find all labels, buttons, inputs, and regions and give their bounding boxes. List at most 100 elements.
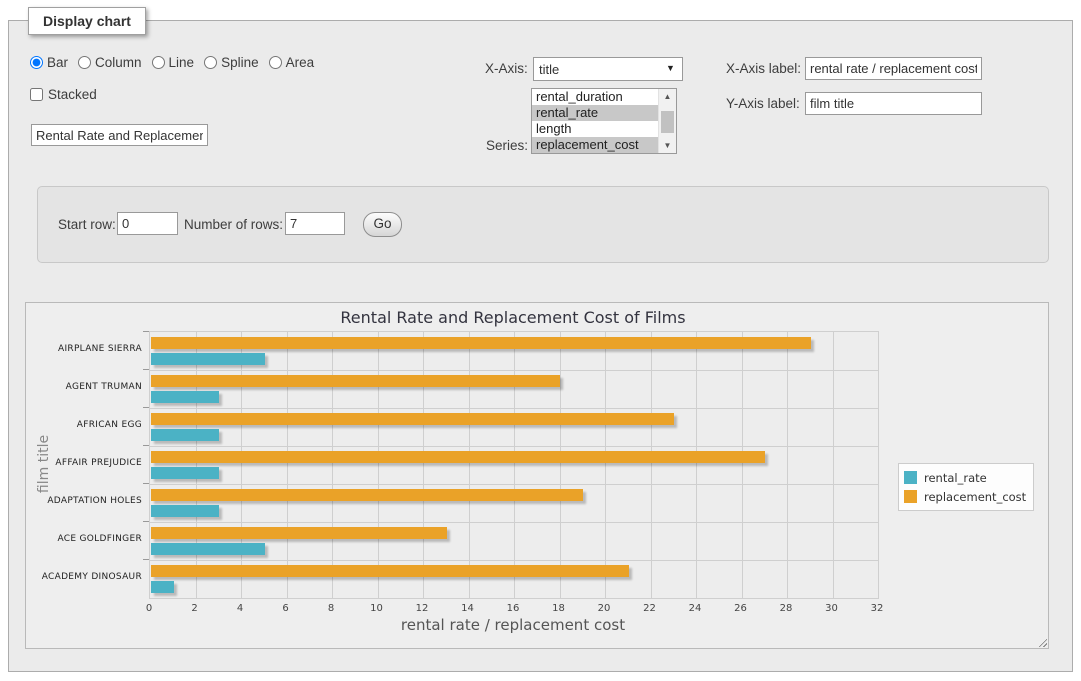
chart-type-radio-label: Column bbox=[95, 55, 142, 70]
gridline bbox=[287, 332, 288, 598]
x-tick-label: 26 bbox=[734, 603, 747, 614]
chart-type-radio-bar[interactable] bbox=[30, 56, 43, 69]
legend-label: rental_rate bbox=[924, 471, 987, 485]
chart-type-radio-column[interactable] bbox=[78, 56, 91, 69]
bar-replacement_cost bbox=[151, 451, 765, 463]
resize-handle-icon[interactable] bbox=[1036, 636, 1047, 647]
bar-replacement_cost bbox=[151, 565, 629, 577]
gridline bbox=[332, 332, 333, 598]
x-tick-label: 32 bbox=[871, 603, 884, 614]
legend-swatch bbox=[904, 490, 917, 503]
gridline bbox=[241, 332, 242, 598]
gridline bbox=[605, 332, 606, 598]
listbox-scrollbar[interactable]: ▲ ▼ bbox=[658, 89, 676, 153]
bar-replacement_cost bbox=[151, 337, 811, 349]
stacked-label[interactable]: Stacked bbox=[30, 87, 97, 102]
gridline bbox=[150, 484, 878, 485]
category-label: ACE GOLDFINGER bbox=[30, 534, 142, 544]
y-tick-mark bbox=[143, 445, 149, 446]
chart-type-option-column[interactable]: Column bbox=[78, 55, 142, 70]
chart-title-input[interactable] bbox=[31, 124, 208, 146]
y-tick-mark bbox=[143, 521, 149, 522]
series-options: rental_durationrental_ratelengthreplacem… bbox=[532, 89, 676, 153]
x-axis-select[interactable]: title bbox=[533, 57, 683, 81]
gridline bbox=[787, 332, 788, 598]
gridline bbox=[150, 370, 878, 371]
bar-rental_rate bbox=[151, 581, 174, 593]
chart-type-radio-group: Bar Column Line Spline Area bbox=[30, 55, 324, 70]
chart-type-radio-line[interactable] bbox=[152, 56, 165, 69]
chart-type-radio-label: Bar bbox=[47, 55, 68, 70]
gridline bbox=[150, 522, 878, 523]
stacked-checkbox[interactable] bbox=[30, 88, 43, 101]
x-tick-label: 28 bbox=[780, 603, 793, 614]
fieldset-legend: Display chart bbox=[28, 7, 146, 35]
gridline bbox=[378, 332, 379, 598]
y-axis-label-field-label: Y-Axis label: bbox=[726, 96, 800, 111]
x-tick-label: 18 bbox=[552, 603, 565, 614]
x-tick-label: 4 bbox=[237, 603, 243, 614]
x-tick-label: 10 bbox=[370, 603, 383, 614]
chart-type-radio-label: Area bbox=[286, 55, 315, 70]
x-tick-label: 8 bbox=[328, 603, 334, 614]
number-of-rows-input[interactable] bbox=[285, 212, 345, 235]
x-axis-label-input[interactable] bbox=[805, 57, 982, 80]
series-option-length[interactable]: length bbox=[532, 121, 676, 137]
gridline bbox=[651, 332, 652, 598]
chart-title: Rental Rate and Replacement Cost of Film… bbox=[149, 308, 877, 327]
scrollbar-thumb[interactable] bbox=[661, 111, 674, 133]
series-option-replacement_cost[interactable]: replacement_cost bbox=[532, 137, 676, 153]
y-axis-title: film title bbox=[36, 419, 52, 509]
category-label: AIRPLANE SIERRA bbox=[30, 344, 142, 354]
scrollbar-down-arrow-icon[interactable]: ▼ bbox=[659, 138, 676, 153]
chart-type-option-spline[interactable]: Spline bbox=[204, 55, 259, 70]
bar-replacement_cost bbox=[151, 489, 583, 501]
series-option-rental_duration[interactable]: rental_duration bbox=[532, 89, 676, 105]
page: Display chart Bar Column Line Spline Area St… bbox=[0, 0, 1081, 681]
start-row-label: Start row: bbox=[58, 217, 116, 232]
series-option-rental_rate[interactable]: rental_rate bbox=[532, 105, 676, 121]
chart-container: Rental Rate and Replacement Cost of Film… bbox=[25, 302, 1049, 649]
y-tick-mark bbox=[143, 559, 149, 560]
category-label: ACADEMY DINOSAUR bbox=[30, 572, 142, 582]
x-tick-label: 12 bbox=[416, 603, 429, 614]
go-button[interactable]: Go bbox=[363, 212, 402, 237]
gridline bbox=[150, 560, 878, 561]
x-axis-title: rental rate / replacement cost bbox=[149, 616, 877, 634]
bar-rental_rate bbox=[151, 505, 219, 517]
legend-label: replacement_cost bbox=[924, 490, 1026, 504]
x-tick-label: 0 bbox=[146, 603, 152, 614]
gridline bbox=[560, 332, 561, 598]
gridline bbox=[878, 332, 879, 598]
gridline bbox=[514, 332, 515, 598]
chart-type-radio-label: Spline bbox=[221, 55, 259, 70]
y-tick-mark bbox=[143, 407, 149, 408]
bar-rental_rate bbox=[151, 543, 265, 555]
bar-rental_rate bbox=[151, 467, 219, 479]
category-label: AGENT TRUMAN bbox=[30, 382, 142, 392]
scrollbar-up-arrow-icon[interactable]: ▲ bbox=[659, 89, 676, 104]
bar-rental_rate bbox=[151, 429, 219, 441]
chart-type-radio-spline[interactable] bbox=[204, 56, 217, 69]
chart-type-option-bar[interactable]: Bar bbox=[30, 55, 68, 70]
legend-swatch bbox=[904, 471, 917, 484]
x-axis-label-field-label: X-Axis label: bbox=[726, 61, 801, 76]
gridline bbox=[196, 332, 197, 598]
y-axis-label-input[interactable] bbox=[805, 92, 982, 115]
gridline bbox=[150, 408, 878, 409]
gridline bbox=[423, 332, 424, 598]
gridline bbox=[469, 332, 470, 598]
bar-replacement_cost bbox=[151, 375, 560, 387]
x-tick-label: 24 bbox=[689, 603, 702, 614]
series-listbox[interactable]: rental_durationrental_ratelengthreplacem… bbox=[531, 88, 677, 154]
bar-rental_rate bbox=[151, 391, 219, 403]
chart-type-radio-area[interactable] bbox=[269, 56, 282, 69]
start-row-input[interactable] bbox=[117, 212, 178, 235]
gridline bbox=[696, 332, 697, 598]
bar-replacement_cost bbox=[151, 527, 447, 539]
chart-type-option-line[interactable]: Line bbox=[152, 55, 195, 70]
stacked-label-text: Stacked bbox=[48, 87, 97, 102]
x-tick-label: 30 bbox=[825, 603, 838, 614]
chart-type-option-area[interactable]: Area bbox=[269, 55, 315, 70]
chart-legend: rental_rate replacement_cost bbox=[898, 463, 1034, 511]
